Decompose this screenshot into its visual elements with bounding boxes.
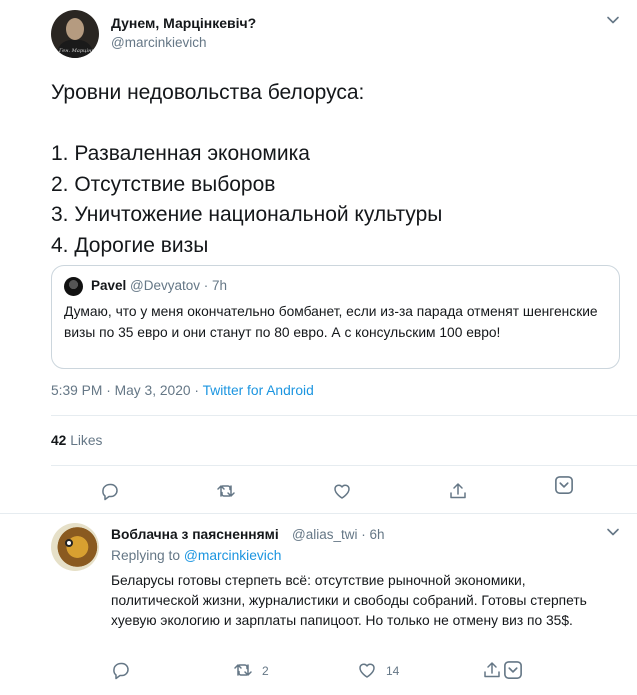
author-display-name[interactable]: Дунем, Марцінкевіч? bbox=[111, 15, 256, 31]
like-count: 14 bbox=[386, 664, 400, 678]
likes-count: 42 bbox=[51, 433, 67, 448]
replying-to-line: Replying to @marcinkievich bbox=[111, 548, 281, 563]
chevron-down-icon[interactable] bbox=[606, 13, 620, 27]
divider bbox=[0, 513, 637, 514]
author-avatar[interactable]: Ген. Марцінк bbox=[51, 10, 99, 58]
share-icon[interactable] bbox=[482, 660, 500, 678]
divider bbox=[51, 465, 637, 466]
likes-label: Likes bbox=[66, 433, 103, 448]
analytics-icon[interactable] bbox=[554, 475, 573, 494]
quoted-display-name: Pavel bbox=[91, 278, 127, 293]
tweet-source-link[interactable]: Twitter for Android bbox=[203, 383, 314, 398]
quoted-text: Думаю, что у меня окончательно бомбанет,… bbox=[64, 304, 598, 340]
analytics-icon[interactable] bbox=[503, 660, 522, 679]
author-handle[interactable]: @marcinkievich bbox=[111, 35, 206, 50]
reply-text: Беларусы готовы стерпеть всё: отсутствие… bbox=[111, 573, 587, 628]
heart-icon[interactable] bbox=[332, 481, 352, 501]
retweet-icon[interactable] bbox=[216, 481, 236, 501]
reply-display-name[interactable]: Воблачна з паясненнямі bbox=[111, 527, 279, 542]
quoted-avatar bbox=[64, 277, 83, 296]
avatar-caption: Ген. Марцінк bbox=[59, 48, 95, 54]
quoted-tweet[interactable]: Pavel @Devyatov · 7h Думаю, что у меня о… bbox=[51, 265, 620, 369]
divider bbox=[51, 415, 637, 416]
retweet-icon[interactable] bbox=[233, 660, 252, 678]
reply-handle-time[interactable]: @alias_twi · 6h bbox=[292, 527, 385, 542]
retweet-count: 2 bbox=[262, 664, 269, 678]
tweet-text: Уровни недовольства белоруса: 1. Развале… bbox=[51, 81, 443, 257]
reply-icon[interactable] bbox=[100, 481, 120, 501]
tweet-metadata: 5:39 PM · May 3, 2020 · Twitter for Andr… bbox=[51, 383, 314, 398]
heart-icon[interactable] bbox=[357, 660, 375, 678]
replying-prefix: Replying to bbox=[111, 548, 184, 563]
quoted-handle-time: @Devyatov · 7h bbox=[130, 278, 227, 293]
likes-stat[interactable]: 42 Likes bbox=[51, 433, 102, 448]
tweet-timestamp[interactable]: 5:39 PM · May 3, 2020 · bbox=[51, 383, 203, 398]
reply-author-avatar[interactable] bbox=[51, 523, 99, 571]
chevron-down-icon[interactable] bbox=[606, 525, 620, 539]
replying-to-link[interactable]: @marcinkievich bbox=[184, 548, 282, 563]
share-icon[interactable] bbox=[448, 481, 468, 501]
reply-icon[interactable] bbox=[111, 660, 129, 680]
